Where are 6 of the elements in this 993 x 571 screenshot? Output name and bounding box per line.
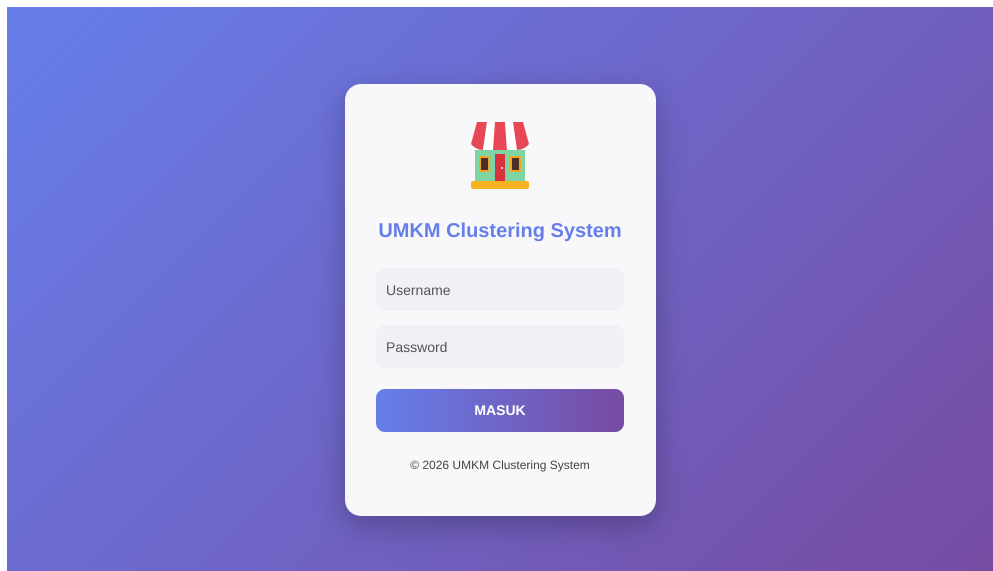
- copyright-text: © 2026 UMKM Clustering System: [410, 457, 590, 474]
- login-button[interactable]: MASUK: [376, 389, 624, 432]
- shop-icon: [469, 120, 531, 190]
- password-field[interactable]: Password: [376, 325, 624, 368]
- username-field[interactable]: Username: [376, 268, 624, 311]
- app-title: UMKM Clustering System: [378, 219, 622, 244]
